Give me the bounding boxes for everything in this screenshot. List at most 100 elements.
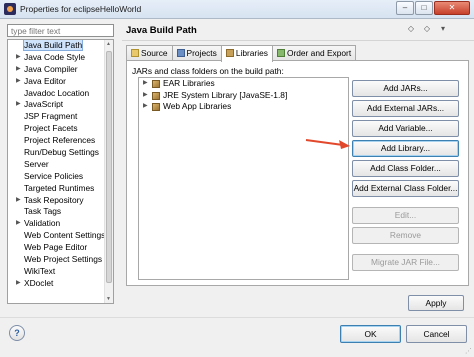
tree-item-label: XDoclet xyxy=(24,277,54,288)
minimize-button[interactable]: – xyxy=(396,1,414,15)
eclipse-app-icon xyxy=(4,3,16,15)
maximize-button[interactable]: □ xyxy=(415,1,433,15)
expand-arrow-icon[interactable]: ▶ xyxy=(16,195,21,207)
add-library-button[interactable]: Add Library... xyxy=(352,140,459,157)
tree-item[interactable]: ▶ Task Repository xyxy=(8,195,106,207)
add-external-jars-button[interactable]: Add External JARs... xyxy=(352,100,459,117)
tab-order-and-export[interactable]: Order and Export xyxy=(271,45,357,61)
header-divider xyxy=(122,40,474,41)
tree-item[interactable]: Project References xyxy=(8,135,106,147)
scroll-up-icon[interactable]: ▲ xyxy=(106,41,111,47)
tree-item[interactable]: WikiText xyxy=(8,266,106,278)
tree-item[interactable]: ▶ Java Editor xyxy=(8,76,106,88)
tree-item-label: Web Page Editor xyxy=(24,242,88,253)
apply-button[interactable]: Apply xyxy=(408,295,464,311)
tree-item[interactable]: ▶ Validation xyxy=(8,218,106,230)
tree-item[interactable]: Web Content Settings xyxy=(8,230,106,242)
resize-grip-icon[interactable]: ⋰ xyxy=(465,347,472,355)
tab-source[interactable]: Source xyxy=(126,45,173,61)
expand-arrow-icon[interactable]: ▶ xyxy=(16,64,21,76)
tree-item-label: Service Policies xyxy=(24,170,84,181)
tree-item[interactable]: ▶ Java Code Style xyxy=(8,52,106,64)
library-label: Web App Libraries xyxy=(163,101,232,111)
tab-projects[interactable]: Projects xyxy=(171,45,222,61)
footer-divider xyxy=(0,317,474,318)
tree-item[interactable]: Java Build Path xyxy=(8,40,106,52)
tab-libraries[interactable]: Libraries xyxy=(220,45,273,62)
tree-item[interactable]: Task Tags xyxy=(8,206,106,218)
tab-label: Projects xyxy=(186,48,217,58)
tree-item-label: Task Tags xyxy=(24,206,62,217)
property-page-tree: Java Build Path ▶ Java Code Style ▶ Java Com… xyxy=(7,39,114,304)
tree-item-label: Web Content Settings xyxy=(24,230,106,241)
tree-item-label: Java Code Style xyxy=(24,51,85,62)
add-variable-button[interactable]: Add Variable... xyxy=(352,120,459,137)
add-external-class-folder-button[interactable]: Add External Class Folder... xyxy=(352,180,459,197)
list-item[interactable]: ▶ Web App Libraries xyxy=(139,101,348,113)
cancel-button[interactable]: Cancel xyxy=(406,325,467,343)
tree-item[interactable]: ▶ Java Compiler xyxy=(8,64,106,76)
expand-arrow-icon[interactable]: ▶ xyxy=(16,52,21,64)
scrollbar-thumb[interactable] xyxy=(106,51,112,283)
library-icon xyxy=(152,80,160,88)
projects-icon xyxy=(176,49,185,57)
tree-item-label: Javadoc Location xyxy=(24,87,90,98)
page-title: Java Build Path xyxy=(126,25,197,36)
tree-scrollbar[interactable]: ▲ ▼ xyxy=(104,40,113,303)
expand-arrow-icon[interactable]: ▶ xyxy=(143,78,148,90)
tree-item-label: Server xyxy=(24,158,49,169)
tree-item[interactable]: Project Facets xyxy=(8,123,106,135)
tree-item-label: Web Project Settings xyxy=(24,254,103,265)
migrate-jar-button[interactable]: Migrate JAR File... xyxy=(352,254,459,271)
edit-button[interactable]: Edit... xyxy=(352,207,459,224)
add-jars-button[interactable]: Add JARs... xyxy=(352,80,459,97)
window-controls: – □ ✕ xyxy=(396,1,470,15)
list-item[interactable]: ▶ JRE System Library [JavaSE-1.8] xyxy=(139,90,348,102)
page-nav: ◇ ◇ ▾ xyxy=(404,24,450,33)
remove-button[interactable]: Remove xyxy=(352,227,459,244)
tree-item[interactable]: Service Policies xyxy=(8,171,106,183)
library-label: JRE System Library [JavaSE-1.8] xyxy=(163,89,288,100)
tree-item[interactable]: JSP Fragment xyxy=(8,111,106,123)
tree-item-label: Validation xyxy=(24,218,61,229)
tree-item-label: Java Compiler xyxy=(24,63,78,74)
library-label: EAR Libraries xyxy=(163,78,215,88)
libraries-icon xyxy=(225,49,234,57)
list-item[interactable]: ▶ EAR Libraries xyxy=(139,78,348,90)
expand-arrow-icon[interactable]: ▶ xyxy=(16,76,21,88)
order-export-icon xyxy=(276,49,285,57)
scroll-down-icon[interactable]: ▼ xyxy=(106,296,111,302)
add-class-folder-button[interactable]: Add Class Folder... xyxy=(352,160,459,177)
expand-arrow-icon[interactable]: ▶ xyxy=(16,99,21,111)
help-icon[interactable]: ? xyxy=(9,325,25,341)
tree-item-label: Run/Debug Settings xyxy=(24,147,99,158)
tree-rows: Java Build Path ▶ Java Code Style ▶ Java Com… xyxy=(8,40,106,290)
back-icon[interactable]: ◇ xyxy=(404,24,418,33)
build-path-caption: JARs and class folders on the build path… xyxy=(132,66,284,76)
close-button[interactable]: ✕ xyxy=(434,1,470,15)
tree-item[interactable]: Run/Debug Settings xyxy=(8,147,106,159)
tree-item-label: JavaScript xyxy=(24,99,64,110)
tree-item[interactable]: ▶ XDoclet xyxy=(8,278,106,290)
expand-arrow-icon[interactable]: ▶ xyxy=(143,90,148,102)
tree-item[interactable]: ▶ JavaScript xyxy=(8,99,106,111)
library-icon xyxy=(152,91,160,100)
expand-arrow-icon[interactable]: ▶ xyxy=(16,218,21,230)
tree-item[interactable]: Server xyxy=(8,159,106,171)
window-title: Properties for eclipseHelloWorld xyxy=(20,4,142,14)
ok-button[interactable]: OK xyxy=(340,325,401,343)
library-list[interactable]: ▶ EAR Libraries ▶ JRE System Library [Ja… xyxy=(138,77,349,280)
tree-item-label: Project Facets xyxy=(24,123,78,134)
tree-item[interactable]: Targeted Runtimes xyxy=(8,183,106,195)
source-folder-icon xyxy=(131,49,139,57)
expand-arrow-icon[interactable]: ▶ xyxy=(143,101,148,113)
annotation-arrow-icon xyxy=(305,139,350,149)
tree-item[interactable]: Web Page Editor xyxy=(8,242,106,254)
expand-arrow-icon[interactable]: ▶ xyxy=(16,278,21,290)
view-menu-icon[interactable]: ▾ xyxy=(436,24,450,33)
forward-icon[interactable]: ◇ xyxy=(420,24,434,33)
filter-input[interactable] xyxy=(7,24,114,37)
tree-item[interactable]: Web Project Settings xyxy=(8,254,106,266)
tree-item[interactable]: Javadoc Location xyxy=(8,88,106,100)
tree-item-label: Project References xyxy=(24,135,96,146)
